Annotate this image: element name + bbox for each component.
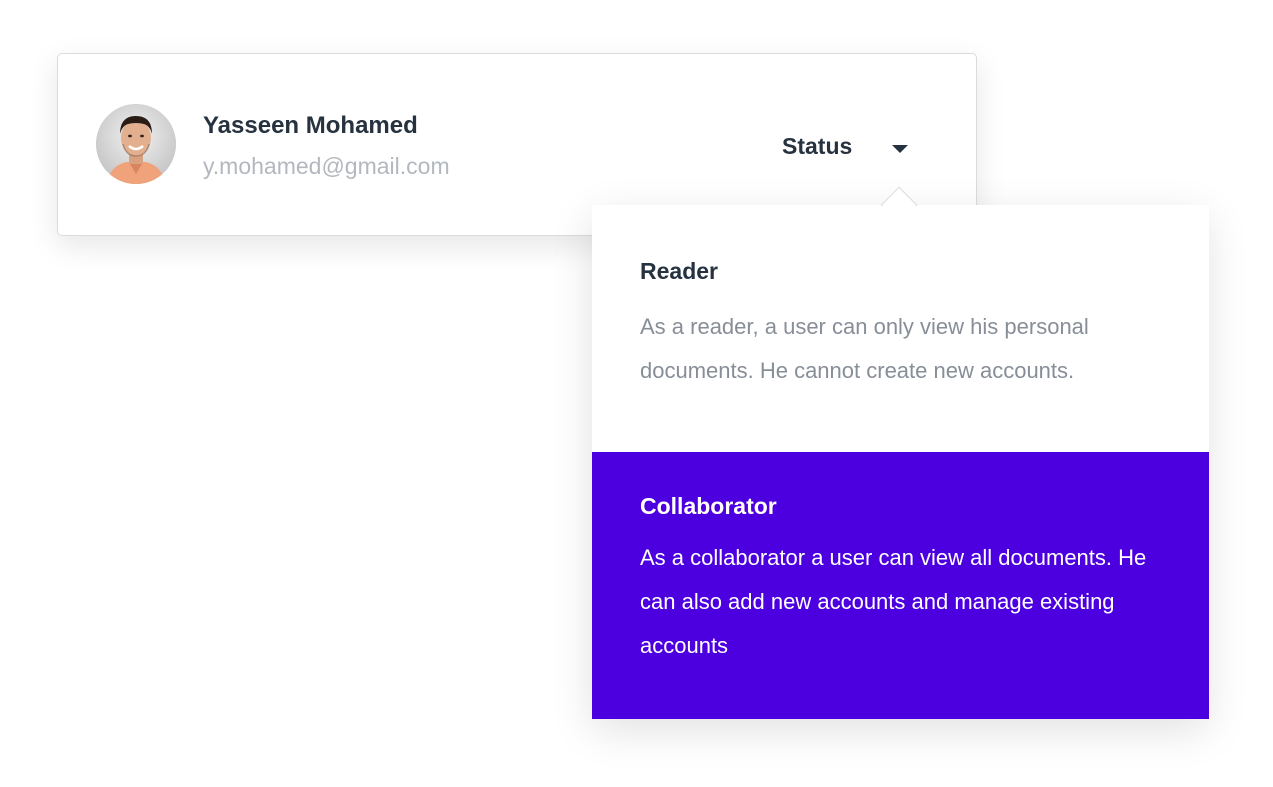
chevron-down-icon[interactable] (892, 145, 908, 153)
option-title: Collaborator (640, 493, 777, 519)
avatar (96, 104, 176, 184)
user-email: y.mohamed@gmail.com (203, 153, 450, 179)
option-reader[interactable]: Reader As a reader, a user can only view… (592, 205, 1209, 452)
option-description: As a collaborator a user can view all do… (640, 545, 1147, 658)
option-description: As a reader, a user can only view his pe… (640, 314, 1089, 383)
status-dropdown[interactable]: Status (770, 128, 920, 164)
option-title: Reader (640, 258, 718, 284)
stage: Yasseen Mohamed y.mohamed@gmail.com Stat… (0, 0, 1273, 787)
user-name: Yasseen Mohamed (203, 112, 418, 139)
status-options-menu: Reader As a reader, a user can only view… (592, 205, 1209, 719)
option-collaborator[interactable]: Collaborator As a collaborator a user ca… (592, 452, 1209, 719)
status-label: Status (782, 133, 853, 159)
dropdown-caret (880, 185, 920, 206)
avatar-image (96, 104, 176, 184)
